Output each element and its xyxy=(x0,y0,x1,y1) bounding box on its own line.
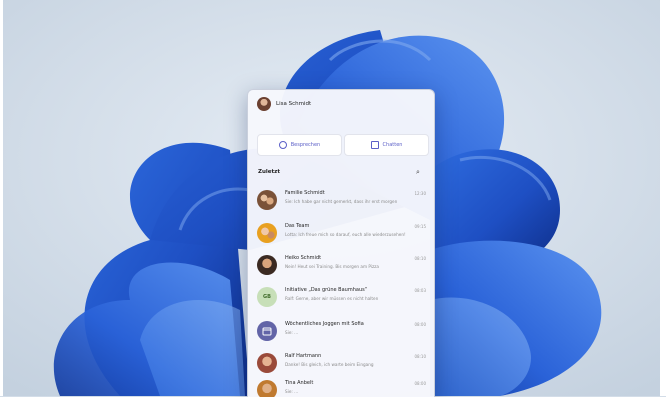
chat-name: Initiative „Das grüne Baumhaus“ xyxy=(285,287,368,293)
chat-preview: Ralf: Gerne, aber wir müssen es nicht ha… xyxy=(285,296,379,301)
chat-list-item[interactable]: Wöchentliches Joggen mit Sofia Sie: ... … xyxy=(248,317,434,344)
image-frame-right xyxy=(660,0,666,396)
chat-button-label: Chatten xyxy=(382,142,403,148)
video-icon xyxy=(278,141,287,149)
chat-preview: Lotta: Ich freue mich so darauf, euch al… xyxy=(285,232,406,237)
new-chat-icon[interactable]: ⌕ xyxy=(416,168,420,177)
account-header[interactable]: Lisa Schmidt xyxy=(257,97,311,111)
group-avatar xyxy=(257,223,277,243)
chat-list-item[interactable]: Tina Anbelt Sie: ... 08:00 xyxy=(248,376,434,397)
chat-preview: Sie: Ich habe gar nicht gemerkt, dass ih… xyxy=(285,199,398,204)
person-avatar xyxy=(257,255,277,275)
chat-time: 08:00 xyxy=(414,322,426,327)
chat-time: 12:30 xyxy=(414,191,426,196)
chat-name: Das Team xyxy=(285,223,310,229)
initials-avatar: GB xyxy=(257,287,277,307)
chat-name: Ralf Hartmann xyxy=(285,353,322,359)
calendar-icon xyxy=(257,321,277,341)
group-avatar xyxy=(257,190,277,210)
chat-button[interactable]: Chatten xyxy=(344,134,429,156)
chat-list-item[interactable]: Heiko Schmidt Nein! Heut sei Training. B… xyxy=(248,251,434,278)
recent-section-title: Zuletzt xyxy=(258,169,280,175)
chat-list-item[interactable]: Das Team Lotta: Ich freue mich so darauf… xyxy=(248,219,434,246)
person-avatar xyxy=(257,353,277,373)
chat-time: 08:10 xyxy=(414,256,426,261)
meet-button-label: Besprechen xyxy=(290,142,321,148)
meet-button[interactable]: Besprechen xyxy=(257,134,342,156)
user-name: Lisa Schmidt xyxy=(276,101,312,107)
compose-icon xyxy=(370,141,379,149)
chat-name: Familie Schmidt xyxy=(285,190,325,196)
chat-preview: Danke! Bis gleich, ich warte beim Eingan… xyxy=(285,362,374,367)
person-avatar xyxy=(257,380,277,397)
chat-time: 08:10 xyxy=(414,354,426,359)
chat-time: 09:15 xyxy=(414,224,426,229)
chat-name: Heiko Schmidt xyxy=(285,255,322,261)
user-avatar xyxy=(257,97,271,111)
image-frame-left xyxy=(0,0,3,396)
chat-list-item[interactable]: Ralf Hartmann Danke! Bis gleich, ich war… xyxy=(248,349,434,376)
chat-preview: Sie: ... xyxy=(285,389,299,394)
chat-list-item[interactable]: Familie Schmidt Sie: Ich habe gar nicht … xyxy=(248,186,434,213)
chat-time: 08:00 xyxy=(414,381,426,386)
chat-preview: Nein! Heut sei Training. Bis morgen am P… xyxy=(285,264,379,269)
chat-name: Wöchentliches Joggen mit Sofia xyxy=(285,321,364,327)
teams-chat-flyout: Lisa Schmidt Besprechen Chatten Zuletzt … xyxy=(247,89,435,397)
chat-time: 08:03 xyxy=(414,288,426,293)
chat-name: Tina Anbelt xyxy=(285,380,314,386)
chat-preview: Sie: ... xyxy=(285,330,299,335)
chat-list-item[interactable]: GB Initiative „Das grüne Baumhaus“ Ralf:… xyxy=(248,283,434,310)
